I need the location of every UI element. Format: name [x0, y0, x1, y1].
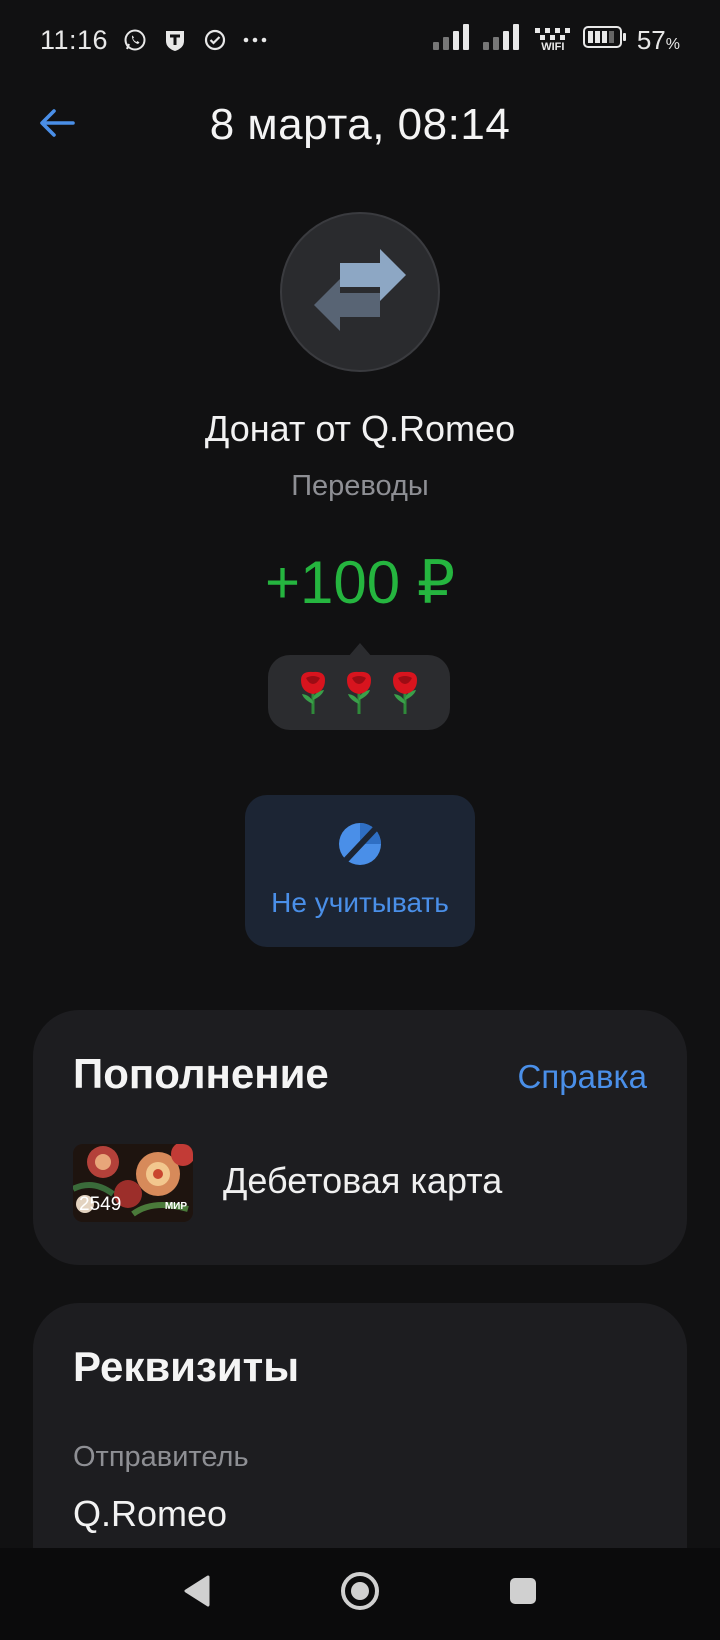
- back-button[interactable]: [36, 104, 78, 146]
- sender-label: Отправитель: [73, 1441, 249, 1473]
- battery-icon: [582, 25, 627, 56]
- recents-square-icon: [508, 1576, 538, 1611]
- status-bar: 11:16 WIFI 57%: [0, 0, 720, 80]
- more-icon: [242, 27, 268, 53]
- signal-1-icon: [432, 23, 473, 57]
- mir-logo: МИР: [164, 1201, 187, 1212]
- exclude-label: Не учитывать: [271, 887, 449, 918]
- signal-2-icon: [482, 23, 523, 57]
- nav-back-button[interactable]: [174, 1570, 220, 1616]
- transaction-avatar: [280, 212, 440, 372]
- page-title: 8 марта, 08:14: [209, 100, 511, 149]
- pie-strikethrough-icon: [337, 821, 383, 867]
- help-link[interactable]: Справка: [518, 1058, 647, 1096]
- arrow-left-icon: [39, 108, 75, 143]
- home-circle-icon: [340, 1571, 380, 1616]
- rose-icon: [296, 670, 330, 716]
- header: 8 марта, 08:14: [0, 88, 720, 162]
- system-nav-bar: [0, 1548, 720, 1640]
- whatsapp-icon: [122, 27, 148, 53]
- transaction-category: Переводы: [291, 470, 429, 502]
- nav-recents-button[interactable]: [500, 1570, 546, 1616]
- transaction-message: [268, 643, 450, 730]
- wifi-label: WIFI: [541, 40, 565, 53]
- rose-icon: [342, 670, 376, 716]
- shield-t-icon: [162, 27, 188, 53]
- transfer-arrows-icon: [310, 245, 410, 340]
- bank-card-thumbnail[interactable]: 2549 МИР: [73, 1144, 193, 1222]
- transaction-amount: +100 ₽: [265, 549, 455, 616]
- card-name[interactable]: Дебетовая карта: [223, 1160, 502, 1202]
- check-circle-icon: [202, 27, 228, 53]
- wifi-icon: WIFI: [533, 27, 573, 53]
- sender-value: Q.Romeo: [73, 1493, 228, 1534]
- card-last-digits: 2549: [79, 1194, 122, 1215]
- nav-home-button[interactable]: [337, 1570, 383, 1616]
- battery-percent: 57%: [636, 24, 680, 55]
- back-triangle-icon: [182, 1575, 212, 1612]
- status-time: 11:16: [40, 24, 109, 55]
- rose-icon: [388, 670, 422, 716]
- topup-heading: Пополнение: [73, 1050, 329, 1097]
- exclude-button[interactable]: Не учитывать: [245, 795, 475, 947]
- topup-card: Пополнение Справка 2549 МИР Дебетовая ка…: [33, 1010, 687, 1265]
- transaction-title: Донат от Q.Romeo: [204, 408, 516, 449]
- details-heading: Реквизиты: [73, 1343, 300, 1390]
